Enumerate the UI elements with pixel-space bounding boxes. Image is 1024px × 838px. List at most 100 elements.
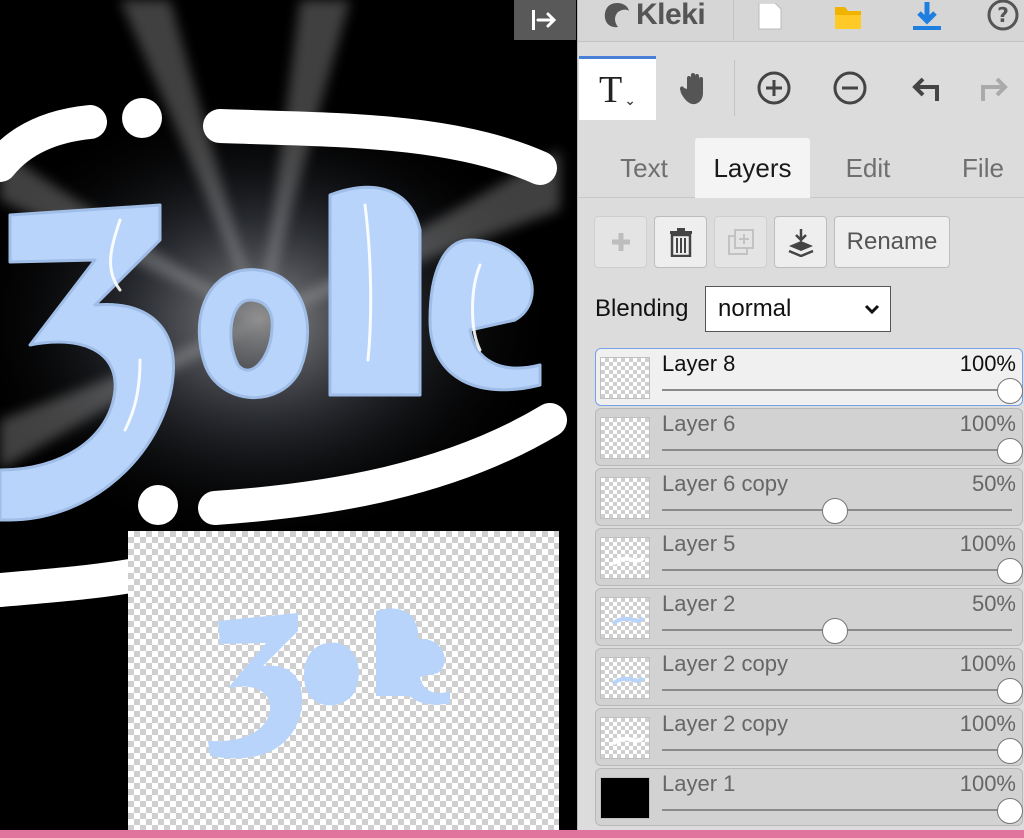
blending-row: Blending normal: [595, 286, 891, 332]
layer-name: Layer 2 copy: [662, 711, 788, 736]
undo-button[interactable]: [888, 56, 964, 120]
opacity-slider-track[interactable]: [662, 809, 1012, 811]
zoom-out-icon: [833, 71, 867, 105]
layer-name: Layer 8: [662, 351, 736, 376]
duplicate-icon: [727, 229, 754, 255]
tool-row: T ⌄: [578, 56, 1024, 122]
bottom-strip: [0, 830, 1024, 838]
opacity-slider-track[interactable]: [662, 749, 1012, 751]
opacity-slider-handle[interactable]: [997, 678, 1023, 704]
layer-row[interactable]: Layer 6 copy 50%: [595, 468, 1023, 526]
layer-actions: Rename: [578, 216, 1024, 270]
layer-name: Layer 6: [662, 411, 736, 436]
layer-thumbnail: [600, 657, 650, 699]
preview-artwork: [208, 608, 450, 759]
save-button[interactable]: [905, 0, 949, 34]
undo-icon: [912, 77, 939, 101]
hand-tool-button[interactable]: [658, 56, 734, 120]
opacity-slider-track[interactable]: [662, 569, 1012, 571]
layer-opacity: 100%: [959, 771, 1016, 796]
hand-icon: [679, 73, 703, 105]
tab-edit[interactable]: Edit: [818, 138, 918, 198]
zoom-in-icon: [757, 71, 791, 105]
merge-down-icon: [788, 229, 813, 257]
blending-label: Blending: [595, 295, 689, 322]
drawing-canvas[interactable]: [0, 0, 577, 830]
help-button[interactable]: ?: [981, 0, 1024, 34]
opacity-slider-handle[interactable]: [997, 738, 1023, 764]
text-tool-button[interactable]: T ⌄: [579, 56, 656, 120]
kleki-logo-icon: [604, 3, 629, 28]
layer-thumbnail: [600, 477, 650, 519]
tab-layers[interactable]: Layers: [695, 138, 810, 198]
trash-icon: [669, 228, 692, 257]
layer-row[interactable]: Layer 2 copy 100%: [595, 708, 1023, 766]
top-bar: Kleki ?: [578, 0, 1024, 42]
plus-icon: [611, 233, 630, 251]
side-panel: Kleki ? T ⌄ Text Layers Edit File Rename…: [577, 0, 1024, 830]
opacity-slider-handle[interactable]: [997, 438, 1023, 464]
svg-text:?: ?: [997, 3, 1009, 27]
layer-name: Layer 1: [662, 771, 736, 796]
folder-icon: [835, 7, 861, 29]
duplicate-layer-button[interactable]: [714, 216, 767, 268]
layer-thumbnail: [600, 537, 650, 579]
tab-file[interactable]: File: [933, 138, 1024, 198]
layer-thumbnail: [600, 597, 650, 639]
toolbar-divider: [733, 0, 734, 40]
redo-icon: [981, 77, 1008, 101]
layer-opacity: 100%: [959, 711, 1016, 736]
blending-mode-select[interactable]: normal: [705, 286, 891, 332]
collapse-panel-button[interactable]: [514, 0, 576, 40]
open-file-button[interactable]: [826, 0, 870, 34]
panel-tabs: Text Layers Edit File: [578, 138, 1024, 198]
opacity-slider-track[interactable]: [662, 389, 1012, 391]
kleki-logo[interactable]: Kleki: [602, 0, 706, 32]
text-tool-icon: T: [599, 68, 623, 111]
layer-row[interactable]: Layer 6 100%: [595, 408, 1023, 466]
rename-layer-button[interactable]: Rename: [834, 216, 950, 268]
zoom-out-button[interactable]: [812, 56, 888, 120]
layer-name: Layer 5: [662, 531, 736, 556]
layer-opacity: 100%: [959, 531, 1016, 556]
new-file-icon: [758, 3, 782, 30]
toolbar-divider: [734, 60, 735, 116]
chevron-down-icon: [864, 304, 880, 315]
layer-thumbnail: [600, 777, 650, 819]
opacity-slider-handle[interactable]: [997, 558, 1023, 584]
redo-button[interactable]: [964, 56, 1024, 120]
layer-opacity: 50%: [971, 591, 1016, 616]
zoom-in-button[interactable]: [736, 56, 812, 120]
opacity-slider-handle[interactable]: [997, 798, 1023, 824]
add-layer-button[interactable]: [594, 216, 647, 268]
new-image-button[interactable]: [748, 0, 792, 34]
layer-opacity: 100%: [959, 651, 1016, 676]
layer-thumbnail: [600, 357, 650, 399]
blending-mode-value: normal: [718, 295, 792, 322]
layer-row[interactable]: Layer 2 copy 100%: [595, 648, 1023, 706]
download-icon: [913, 2, 941, 30]
opacity-slider-handle[interactable]: [822, 618, 848, 644]
delete-layer-button[interactable]: [654, 216, 707, 268]
opacity-slider-handle[interactable]: [997, 378, 1023, 404]
layer-row[interactable]: Layer 5 100%: [595, 528, 1023, 586]
opacity-slider-track[interactable]: [662, 689, 1012, 691]
layer-opacity: 100%: [959, 351, 1016, 376]
layer-opacity: 100%: [959, 411, 1016, 436]
chevron-down-icon: ⌄: [624, 92, 636, 109]
layer-name: Layer 2 copy: [662, 651, 788, 676]
app-name: Kleki: [636, 0, 706, 31]
layer-row[interactable]: Layer 2 50%: [595, 588, 1023, 646]
layer-name: Layer 6 copy: [662, 471, 788, 496]
opacity-slider-track[interactable]: [662, 449, 1012, 451]
help-icon: ?: [987, 0, 1019, 31]
tab-text[interactable]: Text: [594, 138, 694, 198]
layer-row[interactable]: Layer 1 100%: [595, 768, 1023, 826]
layer-row[interactable]: Layer 8 100%: [595, 348, 1023, 406]
opacity-slider-handle[interactable]: [822, 498, 848, 524]
merge-down-button[interactable]: [774, 216, 827, 268]
canvas-preview: [128, 531, 559, 830]
layer-thumbnail: [600, 717, 650, 759]
layer-thumbnail: [600, 417, 650, 459]
layer-opacity: 50%: [971, 471, 1016, 496]
